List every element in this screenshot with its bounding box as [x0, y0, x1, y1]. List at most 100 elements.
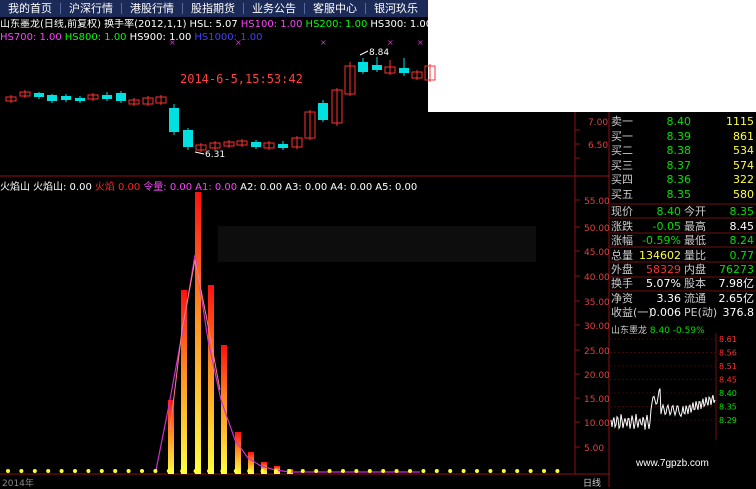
period-label: 日线 — [583, 479, 602, 489]
price-axis-label: 6.50 — [588, 141, 609, 151]
low-price-label: 6.31 — [205, 150, 225, 160]
quote-label: 最高 — [684, 219, 706, 233]
indicator-dot — [542, 469, 546, 473]
chart-datetime: 2014-6-5,15:53:42 — [180, 72, 303, 86]
quote-row: 涨跌 -0.05 最高 8.45 — [610, 219, 756, 234]
quote-value: 8.24 — [729, 234, 755, 247]
mini-price-line — [610, 388, 716, 430]
indicator-axis-label: 25.00 — [584, 347, 610, 357]
quote-label: 外盘 — [611, 263, 633, 276]
date-axis-label: 2014年 — [2, 479, 34, 489]
indicator-dot — [555, 469, 560, 473]
indicator-dot — [287, 469, 292, 473]
marker-x: × — [169, 38, 176, 47]
indicator-dot — [32, 469, 37, 473]
candle-body — [278, 144, 288, 148]
quote-label: 流通 — [684, 291, 706, 305]
quote-price: 8.39 — [666, 129, 692, 143]
indicator-dot — [260, 469, 265, 473]
indicator-dot — [341, 469, 345, 473]
indicator-axis-label: 35.00 — [584, 298, 610, 308]
quote-label: 现价 — [611, 205, 633, 218]
quote-value: 8.45 — [729, 219, 755, 233]
indicator-dot — [113, 469, 118, 473]
indicator-dot — [488, 469, 493, 473]
marker-x: × — [417, 38, 424, 47]
quote-value: 134602 — [639, 248, 681, 262]
quote-label: 涨幅 — [611, 234, 633, 247]
candle-body — [47, 95, 57, 101]
indicator-axis-label: 20.00 — [584, 371, 610, 381]
indicator-field: 令量: 0.00 — [143, 182, 193, 193]
mini-axis-label: 8.51 — [719, 362, 737, 371]
quote-volume: 574 — [733, 158, 754, 172]
quote-row: 买三 8.37 574 — [610, 158, 756, 173]
quote-value: 8.40 — [656, 205, 682, 218]
marker-x: × — [320, 38, 327, 47]
indicator-field: A4: 0.00 — [330, 182, 373, 193]
indicator-field: 火焰 0.00 — [94, 182, 141, 193]
quote-value: 58329 — [646, 263, 681, 276]
indicator-dot — [300, 469, 305, 473]
quote-volume: 861 — [733, 129, 754, 143]
low-price-pointer — [194, 151, 205, 155]
indicator-axis-label: 40.00 — [584, 273, 610, 283]
indicator-dot — [6, 469, 10, 473]
indicator-dot — [153, 469, 158, 473]
indicator-axis-label: 5.00 — [584, 444, 604, 454]
quote-value: 5.07% — [646, 277, 681, 290]
indicator-field: A2: 0.00 — [240, 182, 283, 193]
indicator-dot — [99, 469, 104, 473]
indicator-dot — [193, 469, 198, 473]
price-axis-label: 7.00 — [588, 118, 609, 128]
indicator-dot — [461, 469, 466, 473]
overlay-box — [218, 226, 536, 262]
quote-label: 量比 — [684, 248, 706, 262]
indicator-axis-label: 30.00 — [584, 322, 610, 332]
quote-volume: 580 — [733, 187, 754, 201]
quote-label: 买一 — [611, 129, 633, 143]
indicator-dot — [394, 469, 399, 473]
quote-value: -0.05 — [652, 219, 681, 233]
quote-label: 股本 — [684, 277, 706, 290]
quote-row: 收益(一) 0.006 PE(动) 376.8 — [610, 305, 756, 320]
quote-volume: 322 — [733, 173, 754, 186]
marker-x: × — [235, 38, 242, 47]
quote-value: 76273 — [719, 263, 754, 276]
indicator-dot — [408, 469, 412, 473]
quote-label: PE(动) — [684, 306, 718, 319]
quote-label: 净资 — [611, 291, 633, 305]
quote-label: 卖一 — [611, 115, 633, 128]
indicator-dot — [354, 469, 359, 473]
mini-axis-label: 8.61 — [719, 335, 737, 344]
candle-body — [318, 103, 328, 120]
quote-label: 总量 — [611, 248, 633, 262]
indicator-dot — [46, 469, 51, 473]
indicator-dot — [19, 469, 24, 473]
indicator-dot — [528, 469, 533, 473]
indicator-field: 火焰山: 0.00 — [33, 182, 92, 193]
quote-value: 7.98亿 — [718, 277, 755, 290]
indicator-field: A3: 0.00 — [285, 182, 328, 193]
indicator-dot — [327, 469, 332, 473]
quote-row: 涨幅 -0.59% 最低 8.24 — [610, 233, 756, 248]
quote-value: 3.36 — [656, 291, 682, 305]
quote-row: 买四 8.36 322 — [610, 172, 756, 187]
quote-price: 8.36 — [666, 173, 692, 186]
candle-body — [183, 130, 193, 147]
indicator-dot — [220, 469, 225, 473]
quote-value: -0.59% — [642, 234, 681, 247]
candle-body — [116, 93, 126, 101]
indicator-axis-label: 55.00 — [584, 197, 610, 207]
candle-body — [75, 98, 85, 101]
indicator-field: A5: 0.00 — [375, 182, 418, 193]
indicator-axis-label: 10.00 — [584, 419, 610, 429]
indicator-axis-label: 45.00 — [584, 248, 610, 258]
quote-row: 现价 8.40 今开 8.35 — [610, 204, 756, 219]
candle-body — [358, 62, 368, 72]
watermark: www.7gpzb.com — [636, 458, 709, 469]
quote-row: 总量 134602 量比 0.77 — [610, 248, 756, 263]
quote-label: 买五 — [611, 187, 633, 201]
candle-body — [372, 65, 382, 70]
quote-label: 收益(一) — [611, 306, 653, 319]
